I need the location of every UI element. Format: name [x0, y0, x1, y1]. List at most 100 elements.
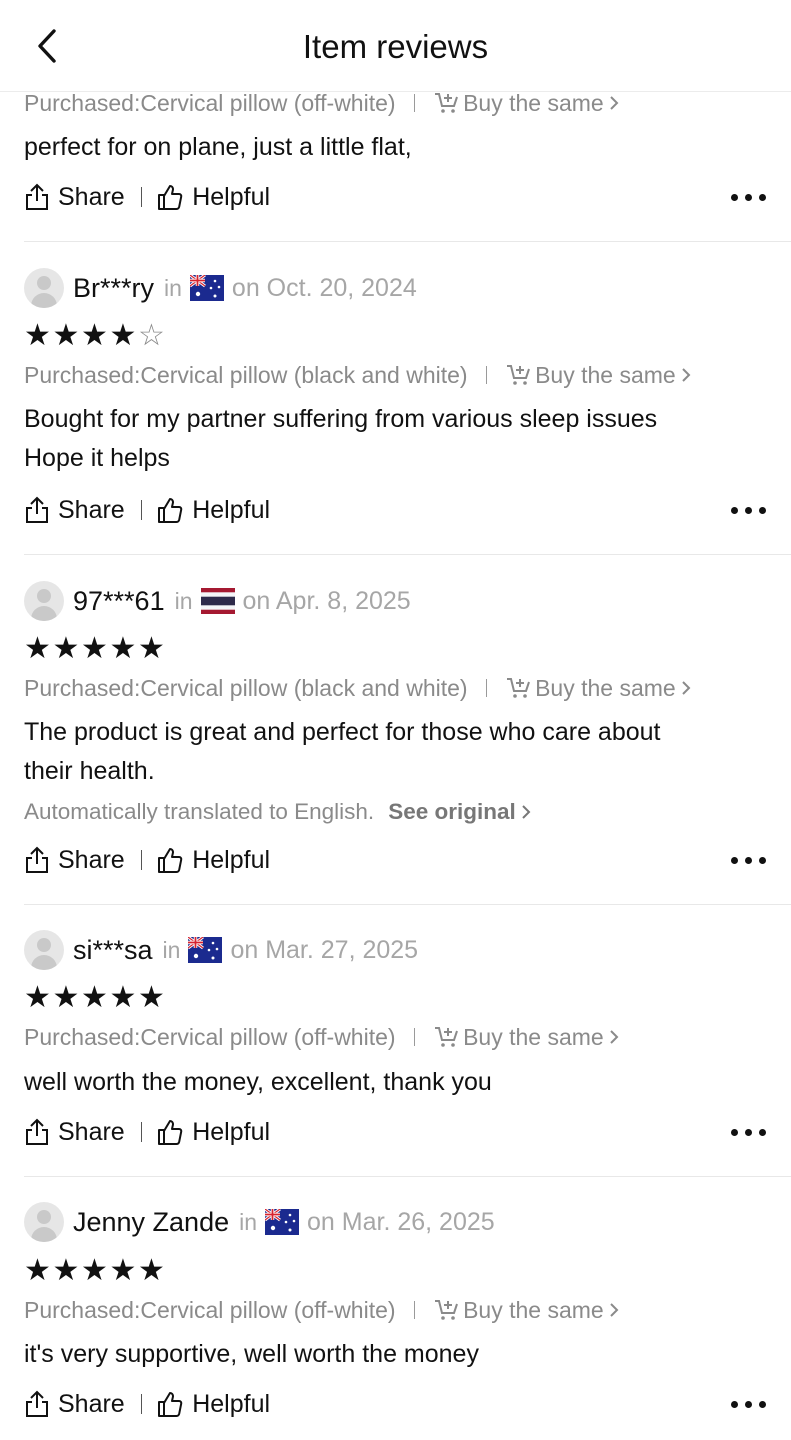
reviewer-name: Jenny Zande — [73, 1206, 230, 1237]
star-filled-icon: ★ — [81, 1254, 108, 1287]
cart-add-icon — [507, 678, 531, 698]
thumbs-up-icon — [158, 185, 183, 210]
chevron-right-icon — [609, 1030, 619, 1044]
share-icon — [26, 846, 48, 873]
review-text: perfect for on plane, just a little flat… — [24, 128, 764, 167]
in-label: in — [162, 936, 181, 963]
star-rating: ★ ★ ★ ★ ★ — [24, 1256, 167, 1286]
separator — [140, 1122, 143, 1142]
buy-the-same-label: Buy the same — [535, 361, 676, 388]
review-date: on Apr. 8, 2025 — [242, 586, 411, 615]
helpful-button[interactable]: Helpful — [156, 496, 270, 525]
chevron-right-icon — [682, 368, 691, 382]
star-filled-icon: ★ — [52, 981, 80, 1014]
review-date: on Mar. 26, 2025 — [307, 1207, 495, 1236]
star-filled-icon: ★ — [24, 319, 51, 352]
reviewer-row: 97***61 in on Apr. 8, 2025 — [24, 580, 411, 622]
in-label: in — [174, 587, 193, 614]
chevron-right-icon — [609, 96, 619, 110]
review-text-line: well worth the money, excellent, thank y… — [24, 1068, 492, 1096]
separator — [140, 187, 143, 207]
share-button[interactable]: Share — [24, 496, 125, 525]
divider — [24, 904, 791, 905]
share-button[interactable]: Share — [24, 183, 125, 212]
avatar — [24, 930, 64, 970]
separator — [413, 1301, 416, 1319]
buy-the-same-link[interactable]: Buy the same — [505, 675, 695, 702]
review-text: it's very supportive, well worth the mon… — [24, 1335, 764, 1374]
share-button[interactable]: Share — [24, 846, 125, 875]
purchased-label: Purchased:Cervical pillow (off-white) — [24, 1296, 396, 1323]
helpful-button[interactable]: Helpful — [156, 1118, 270, 1147]
australia-flag-icon — [188, 937, 223, 963]
australia-flag-icon — [265, 1209, 300, 1235]
translation-row: Automatically translated to English. See… — [24, 796, 531, 828]
more-options-button[interactable] — [731, 495, 768, 525]
purchase-info: Purchased:Cervical pillow (black and whi… — [24, 359, 695, 391]
chevron-right-icon — [522, 805, 531, 819]
divider — [24, 554, 791, 555]
more-options-button[interactable] — [731, 845, 768, 875]
chevron-right-icon — [682, 681, 691, 695]
reviewer-name: si***sa — [73, 934, 153, 965]
review-actions: Share Helpful — [24, 179, 768, 215]
helpful-button[interactable]: Helpful — [156, 1390, 270, 1419]
review-text: Bought for my partner suffering from var… — [24, 400, 764, 478]
thumbs-up-icon — [158, 848, 183, 873]
separator — [140, 850, 143, 870]
separator — [485, 366, 488, 384]
more-options-button[interactable] — [731, 1389, 768, 1419]
review-date: on Oct. 20, 2024 — [231, 273, 417, 302]
helpful-label: Helpful — [192, 495, 271, 524]
helpful-label: Helpful — [192, 1117, 271, 1146]
star-rating: ★ ★ ★ ★ ★ — [24, 634, 167, 664]
buy-the-same-label: Buy the same — [463, 89, 604, 116]
purchased-label: Purchased:Cervical pillow (black and whi… — [24, 361, 468, 388]
helpful-button[interactable]: Helpful — [156, 183, 270, 212]
buy-the-same-link[interactable]: Buy the same — [433, 1297, 623, 1324]
star-filled-icon: ★ — [109, 319, 137, 352]
review-text-line: their health. — [24, 757, 155, 785]
more-dots-icon — [731, 1128, 738, 1136]
buy-the-same-link[interactable]: Buy the same — [433, 1024, 623, 1051]
page-title: Item reviews — [302, 28, 489, 65]
review-text-line: perfect for on plane, just a little flat… — [24, 133, 412, 161]
cart-add-icon — [435, 1027, 459, 1047]
separator — [140, 500, 143, 520]
reviewer-name: Br***ry — [73, 272, 155, 303]
review-actions: Share Helpful — [24, 1114, 768, 1150]
reviewer-row: Br***ry in on Oct. 20, 2024 — [24, 267, 417, 309]
share-label: Share — [58, 495, 125, 524]
review-text-line: The product is great and perfect for tho… — [24, 718, 661, 746]
star-filled-icon: ★ — [24, 632, 51, 665]
buy-the-same-label: Buy the same — [463, 1023, 604, 1050]
helpful-button[interactable]: Helpful — [156, 846, 270, 875]
review-actions: Share Helpful — [24, 492, 768, 528]
purchase-info: Purchased:Cervical pillow (off-white) Bu… — [24, 1294, 623, 1326]
translation-note: Automatically translated to English. — [24, 799, 375, 824]
buy-the-same-link[interactable]: Buy the same — [505, 362, 695, 389]
more-options-button[interactable] — [731, 1117, 768, 1147]
buy-the-same-link[interactable]: Buy the same — [433, 90, 623, 117]
divider — [24, 1176, 791, 1177]
more-dots-icon — [731, 193, 738, 201]
star-filled-icon: ★ — [52, 319, 80, 352]
avatar — [24, 581, 64, 621]
review-text-line: it's very supportive, well worth the mon… — [24, 1340, 479, 1368]
star-filled-icon: ★ — [138, 1254, 165, 1287]
review-date: on Mar. 27, 2025 — [230, 935, 419, 964]
star-filled-icon: ★ — [52, 632, 80, 665]
chevron-right-icon — [609, 1303, 619, 1317]
see-original-link[interactable]: See original — [388, 799, 531, 825]
thumbs-up-icon — [158, 498, 183, 523]
separator — [485, 679, 488, 697]
helpful-label: Helpful — [192, 845, 271, 874]
review-text-line: Bought for my partner suffering from var… — [24, 405, 658, 433]
more-options-button[interactable] — [731, 182, 768, 212]
star-filled-icon: ★ — [138, 632, 165, 665]
share-button[interactable]: Share — [24, 1390, 125, 1419]
purchased-label: Purchased:Cervical pillow (black and whi… — [24, 674, 468, 701]
share-button[interactable]: Share — [24, 1118, 125, 1147]
share-icon — [26, 1118, 48, 1145]
share-label: Share — [58, 845, 125, 874]
